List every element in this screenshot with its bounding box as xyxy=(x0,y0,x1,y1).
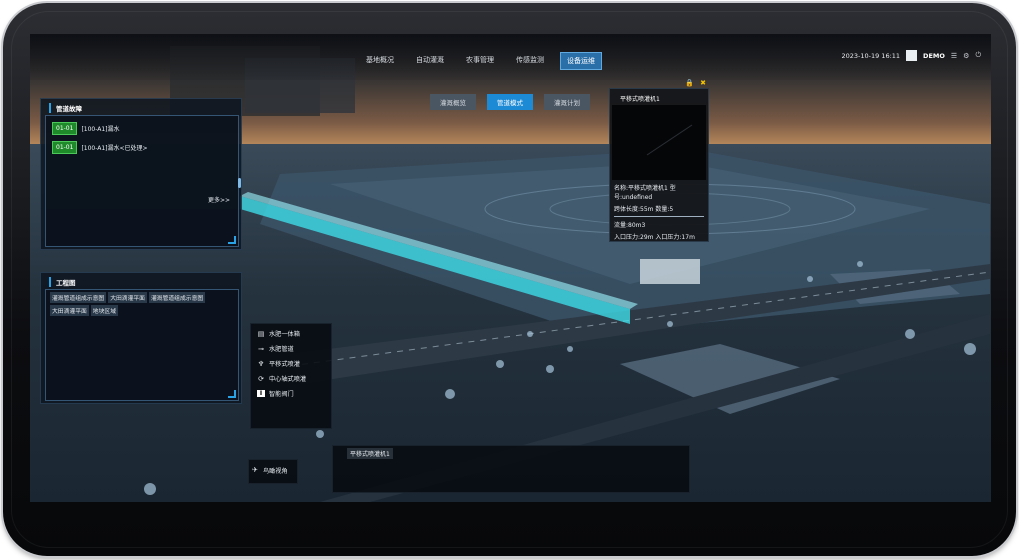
lock-icon[interactable]: 🔒 xyxy=(685,79,694,87)
bottom-info-panel: 平移式喷灌机1 xyxy=(332,445,690,493)
pipe-fault-panel: 管道故障 01-01 [100-A1]漏水 01-01 [100-A1]漏水<已… xyxy=(40,98,242,250)
legend-valve[interactable]: Ⅱ 智能阀门 xyxy=(257,389,306,398)
panel-title: 管道故障 xyxy=(49,103,82,113)
panel-title: 工程图 xyxy=(49,277,76,287)
avatar[interactable] xyxy=(906,50,918,61)
drawing-chip[interactable]: 灌溉管道组成示意图 xyxy=(148,292,206,303)
drawing-chip[interactable]: 地块区域 xyxy=(90,305,118,316)
legend-pipe[interactable]: ⊸ 水肥管道 xyxy=(257,344,306,354)
tab-auto-irrigation[interactable]: 自动灌溉 xyxy=(410,52,450,70)
fault-time-badge: 01-01 xyxy=(52,141,78,154)
drawing-chip[interactable]: 大田滴灌平面 xyxy=(108,292,147,303)
view-mode-tabs: 灌溉概览 管道模式 灌溉计划 xyxy=(430,94,590,110)
top-nav: 基地概况 自动灌溉 农事管理 传感监测 设备运维 2023-10-19 16:1… xyxy=(30,34,991,80)
device-pressure: 入口压力:29m 入口压力:17m xyxy=(614,234,695,241)
bird-view-label: 鸟瞰视角 xyxy=(263,468,288,475)
menu-icon[interactable]: ☰ xyxy=(951,52,957,60)
drawing-list: 灌溉管道组成示意图 大田滴灌平面 灌溉管道组成示意图 大田滴灌平面 地块区域 xyxy=(45,289,239,401)
pump-station xyxy=(640,259,700,284)
panel-corner-decoration xyxy=(228,390,236,398)
legend-list: ▤ 水肥一体箱 ⊸ 水肥管道 ♆ 平移式喷灌 ⟳ 中心轴式喷灌 Ⅱ 智能阀门 xyxy=(253,329,306,404)
device-flow: 流量:80m3 xyxy=(614,222,646,229)
tab-farm-management[interactable]: 农事管理 xyxy=(460,52,500,70)
more-link[interactable]: 更多>> xyxy=(208,195,230,204)
valve-icon: Ⅱ xyxy=(257,390,265,397)
water-tank-icon: ▤ xyxy=(257,329,265,338)
settings-icon[interactable]: ⚙ xyxy=(963,52,969,60)
tab-base-overview[interactable]: 基地概况 xyxy=(360,52,400,70)
tab-pipe-mode[interactable]: 管道模式 xyxy=(487,94,533,110)
legend-water-tank[interactable]: ▤ 水肥一体箱 xyxy=(257,329,306,339)
tab-sensor-monitoring[interactable]: 传感监测 xyxy=(510,52,550,70)
legend-label: 中心轴式喷灌 xyxy=(269,376,307,383)
app-screen: 基地概况 自动灌溉 农事管理 传感监测 设备运维 2023-10-19 16:1… xyxy=(30,34,991,502)
username[interactable]: DEMO xyxy=(923,52,945,60)
device-image xyxy=(612,105,706,180)
fault-text: [100-A1]漏水<已处理> xyxy=(81,145,148,152)
device-info-panel: 平移式喷灌机1 名称:平移式喷灌机1 型号:undefined 跨体长度:55m… xyxy=(609,79,709,244)
drawing-chips: 灌溉管道组成示意图 大田滴灌平面 灌溉管道组成示意图 大田滴灌平面 地块区域 xyxy=(50,292,235,316)
collapse-handle[interactable] xyxy=(238,178,241,188)
nav-right: 2023-10-19 16:11 DEMO ☰ ⚙ ⏻ xyxy=(841,50,981,61)
panel-corner-decoration xyxy=(228,236,236,244)
legend-label: 水肥管道 xyxy=(269,346,294,353)
device-title: 平移式喷灌机1 xyxy=(620,96,660,103)
list-item[interactable]: 01-01 [100-A1]漏水<已处理> xyxy=(52,141,238,154)
power-icon[interactable]: ⏻ xyxy=(975,51,981,60)
device-specs: 名称:平移式喷灌机1 型号:undefined 跨体长度:55m 数量:5 流量… xyxy=(614,183,704,244)
divider xyxy=(614,216,704,217)
project-drawing-panel: 工程图 灌溉管道组成示意图 大田滴灌平面 灌溉管道组成示意图 大田滴灌平面 地块… xyxy=(40,272,242,404)
tab-equipment-maintenance[interactable]: 设备运维 xyxy=(560,52,602,70)
device-name-model: 名称:平移式喷灌机1 型号:undefined xyxy=(614,185,676,201)
legend-linear-sprinkler[interactable]: ♆ 平移式喷灌 xyxy=(257,359,306,369)
pipe-icon: ⊸ xyxy=(258,344,264,353)
fault-text: [100-A1]漏水 xyxy=(81,126,120,133)
bird-view-button[interactable]: ✈ 鸟瞰视角 xyxy=(248,459,298,484)
pivot-icon: ⟳ xyxy=(258,374,264,383)
close-icon[interactable]: ✖ xyxy=(700,79,706,87)
legend-pivot-sprinkler[interactable]: ⟳ 中心轴式喷灌 xyxy=(257,374,307,384)
device-preview-graphic xyxy=(646,124,693,156)
legend-label: 智能阀门 xyxy=(269,391,294,398)
legend-label: 平移式喷灌 xyxy=(269,361,300,368)
legend-label: 水肥一体箱 xyxy=(269,331,300,338)
bottom-panel-title: 平移式喷灌机1 xyxy=(347,448,393,459)
tab-irrigation-overview[interactable]: 灌溉概览 xyxy=(430,94,476,110)
bird-eye-icon: ✈ xyxy=(252,466,258,474)
drawing-chip[interactable]: 灌溉管道组成示意图 xyxy=(50,292,107,303)
list-item[interactable]: 01-01 [100-A1]漏水 xyxy=(52,122,238,135)
sprinkler-icon: ♆ xyxy=(257,359,265,368)
tab-irrigation-plan[interactable]: 灌溉计划 xyxy=(544,94,590,110)
datetime: 2023-10-19 16:11 xyxy=(841,51,901,60)
fault-time-badge: 01-01 xyxy=(52,122,78,135)
device-span-count: 跨体长度:55m 数量:5 xyxy=(614,206,674,213)
main-tabs: 基地概况 自动灌溉 农事管理 传感监测 设备运维 xyxy=(360,52,602,70)
fault-list: 01-01 [100-A1]漏水 01-01 [100-A1]漏水<已处理> 更… xyxy=(45,115,241,247)
drawing-chip[interactable]: 大田滴灌平面 xyxy=(50,305,89,316)
layer-legend-panel: ▤ 水肥一体箱 ⊸ 水肥管道 ♆ 平移式喷灌 ⟳ 中心轴式喷灌 Ⅱ 智能阀门 xyxy=(250,323,332,429)
